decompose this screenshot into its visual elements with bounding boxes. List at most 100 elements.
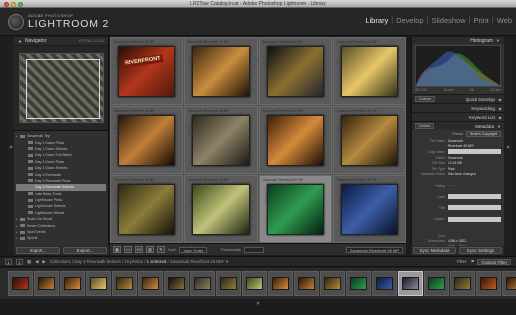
collection-label: Day 3 Riverwalk Selects [35,185,74,190]
navigator-header[interactable]: ▼ Navigator FIT FILL 1:1 3:1 [14,37,108,46]
grid-mode-icon[interactable]: ▦ [27,259,31,265]
navigator-zoom-options[interactable]: FIT FILL 1:1 3:1 [79,39,104,43]
forward-arrow-icon[interactable]: ▶ [42,259,45,265]
filmstrip-thumbnail[interactable] [138,271,163,296]
export-button[interactable]: Export... [63,247,107,254]
navigator-preview[interactable] [14,46,108,131]
filmstrip-thumbnail[interactable] [424,271,449,296]
filmstrip-thumbnail[interactable] [398,271,423,296]
photo-thumbnail[interactable] [118,115,176,166]
filmstrip-thumbnail[interactable] [346,271,371,296]
right-panel-toggle[interactable]: ▶ [505,37,512,255]
photo-thumbnail[interactable] [340,184,398,235]
metadata-value: 10.19 MB [448,161,463,166]
metadata-key: Dimensions [427,239,445,244]
quick-develop-header[interactable]: Custom Quick Develop ◀ [412,94,504,103]
metadata-row: Title [412,205,504,211]
module-develop[interactable]: Develop [396,16,424,25]
filmstrip-toggle[interactable]: ▼ [0,299,516,315]
quick-develop-preset-select[interactable]: Custom [415,96,436,102]
module-web[interactable]: Web [497,16,512,25]
grid-cell[interactable]: 8 Savannah Riverfront 47 MP [332,106,406,174]
filmstrip-thumbnail[interactable] [190,271,215,296]
metadata-header[interactable]: Default Metadata ▼ [412,121,504,130]
filmstrip-thumbnail[interactable] [294,271,319,296]
module-print[interactable]: Print [473,16,488,25]
filmstrip-thumbnail[interactable] [242,271,267,296]
metadata-input[interactable] [448,216,501,222]
module-slideshow[interactable]: Slideshow [431,16,465,25]
painter-icon[interactable]: ✎ [157,246,165,253]
metadata-view-select[interactable]: Default [415,123,435,129]
grid-cell[interactable]: 10Savannah Riverfront 49 MP [184,175,258,243]
photo-thumbnail[interactable] [266,46,324,97]
compare-view-icon[interactable]: XY [135,246,143,253]
import-button[interactable]: Import... [16,247,60,254]
grid-cell[interactable]: 6 Savannah Riverfront 45 MP [184,106,258,174]
photo-thumbnail[interactable]: RIVERFRONT [118,46,176,97]
metadata-input[interactable] [448,194,501,200]
keyword-list-title: Keyword List [469,114,495,120]
keyword-list-header[interactable]: Keyword List ◀ [412,112,504,121]
grid-cell[interactable]: 9 Savannah Riverfront 48 MP [110,175,184,243]
sync-settings-button[interactable]: Sync Settings [459,247,502,254]
grid-cell[interactable]: 2 Savannah Riverfront 41 MP [184,37,258,105]
filmstrip-thumbnail[interactable] [320,271,345,296]
back-arrow-icon[interactable]: ◀ [35,259,38,265]
photo-thumbnail[interactable] [118,184,176,235]
filmstrip-thumbnail[interactable] [86,271,111,296]
filmstrip-thumbnail[interactable] [502,271,516,296]
histogram-header[interactable]: Histogram ▼ [412,37,504,44]
filmstrip-thumbnail[interactable] [268,271,293,296]
filmstrip-thumbnail[interactable] [476,271,501,296]
source-breadcrumb[interactable]: Collections / Day 3 Riverwalk Selects / … [50,259,228,265]
filmstrip-thumbnail[interactable] [450,271,475,296]
collection-item[interactable]: ▸ Sports [16,235,106,241]
grid-cell[interactable]: 5 Savannah Riverfront 44 MP [110,106,184,174]
cell-caption: Savannah Riverfront 42 MP [262,40,304,44]
metadata-input[interactable] [448,205,501,211]
filmstrip-thumbnail[interactable] [60,271,85,296]
filmstrip-thumbnail[interactable] [34,271,59,296]
sync-metadata-button[interactable]: Sync Metadata [413,247,456,254]
photo-thumbnail[interactable] [192,115,250,166]
filter-select[interactable]: Custom Filter [477,258,511,265]
photo-thumbnail[interactable] [340,115,398,166]
photo-thumbnail[interactable] [192,46,250,97]
grid-cell[interactable]: 3 Savannah Riverfront 42 MP [258,37,332,105]
thumbnail-image [402,277,419,290]
thumbnail-image [168,277,185,290]
loupe-view-icon[interactable]: ▭ [124,246,132,253]
metadata-input[interactable] [448,149,501,155]
histogram[interactable] [415,45,501,87]
main-window-button[interactable]: 1 [5,258,12,265]
photo-thumbnail[interactable] [266,115,324,166]
sort-select[interactable]: User Order [179,246,208,253]
preset-select[interactable]: Scott's Copyright [465,131,501,137]
filmstrip-thumbnail[interactable] [112,271,137,296]
thumbnail-size-slider[interactable] [243,246,264,253]
grid-cell[interactable]: 12Savannah Riverfront 51 MP [332,175,406,243]
collection-icon [28,211,33,215]
grid-cell[interactable]: 1 Savannah Riverfront 40 MP RIVERFRONT [110,37,184,105]
filmstrip-thumbnail[interactable] [8,271,33,296]
thumbnail-image [324,277,341,290]
module-library[interactable]: Library [365,16,388,25]
photo-thumbnail[interactable] [340,46,398,97]
flag-filter-icon[interactable]: ⚑ [471,259,475,265]
filmstrip-thumbnail[interactable] [216,271,241,296]
navigator-view-rect[interactable] [25,59,100,119]
grid-cell[interactable]: 11Savannah Riverfront 50 MP [258,175,332,243]
filmstrip-thumbnail[interactable] [372,271,397,296]
left-panel-toggle[interactable]: ◀ [7,37,14,255]
filmstrip-thumbnail[interactable] [164,271,189,296]
grid-cell[interactable]: 4 Savannah Riverfront 43 MP [332,37,406,105]
grid-view-icon[interactable]: ▦ [113,246,121,253]
metadata-row: File Type Raw [412,166,504,172]
survey-view-icon[interactable]: ▥ [146,246,154,253]
grid-cell[interactable]: 7 Savannah Riverfront 46 MP [258,106,332,174]
second-window-button[interactable]: 2 [16,258,23,265]
photo-thumbnail[interactable] [192,184,250,235]
keywording-header[interactable]: Keywording ◀ [412,103,504,112]
photo-thumbnail[interactable] [266,184,324,235]
